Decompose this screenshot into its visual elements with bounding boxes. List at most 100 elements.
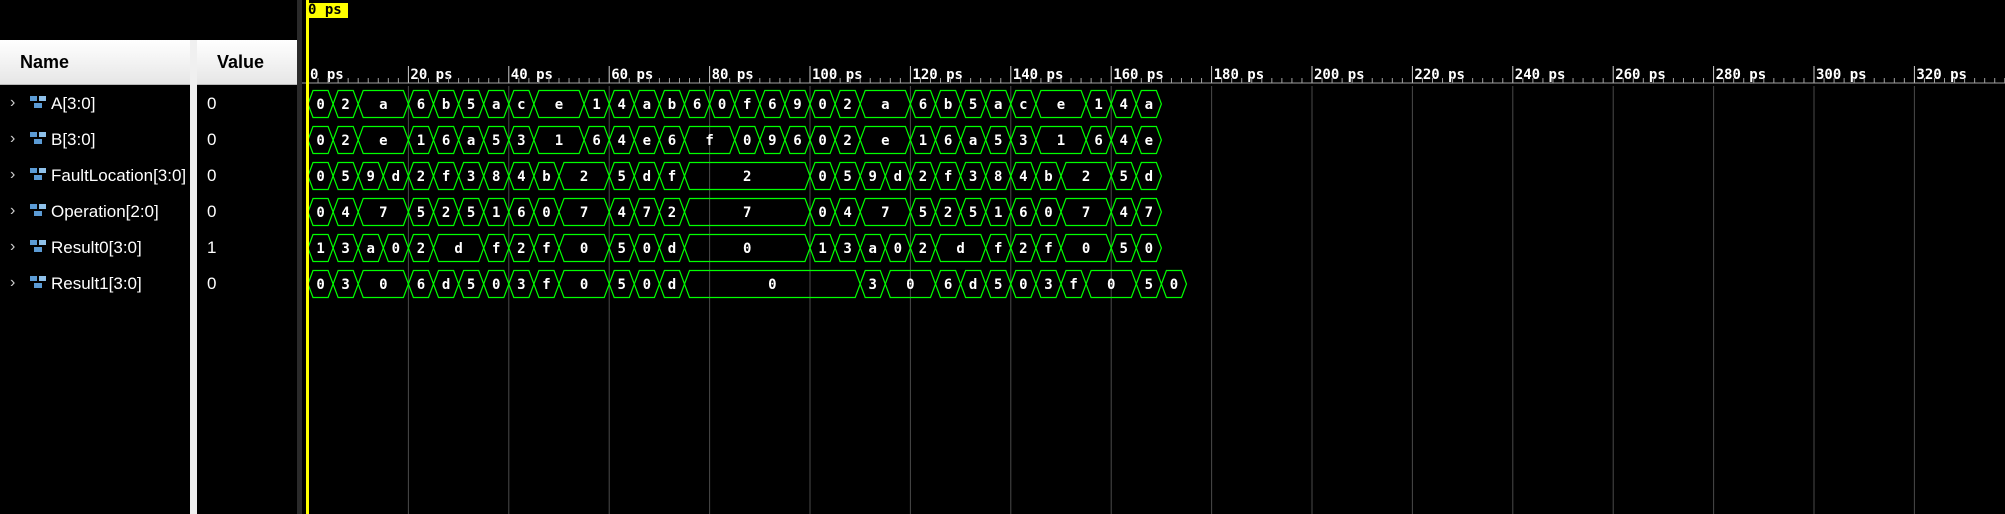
expand-chevron-icon[interactable]: › <box>10 238 15 256</box>
bus-value-label: 6 <box>944 277 952 293</box>
bus-value-label: 5 <box>467 97 475 113</box>
bus-value-label: 3 <box>843 241 851 257</box>
column-separator[interactable] <box>190 40 197 514</box>
bus-value-label: 5 <box>417 205 425 221</box>
signal-row[interactable]: › Operation[2:0] <box>0 194 190 230</box>
bus-value-label: 4 <box>517 169 525 185</box>
bus-value-label: 7 <box>881 205 889 221</box>
bus-value-label: 0 <box>1019 277 1027 293</box>
bus-value-label: 5 <box>994 277 1002 293</box>
bus-value-label: 5 <box>843 169 851 185</box>
expand-chevron-icon[interactable]: › <box>10 202 15 220</box>
bus-value-label: 3 <box>341 241 349 257</box>
value-column-header[interactable]: Value <box>197 40 297 85</box>
expand-chevron-icon[interactable]: › <box>10 166 15 184</box>
bus-value-label: 6 <box>592 133 600 149</box>
bus-value-label: d <box>454 241 462 257</box>
bus-signal-icon <box>30 132 46 144</box>
time-tick-label: 60 ps <box>611 67 653 83</box>
bus-value-label: 6 <box>919 97 927 113</box>
bus-value-label: 7 <box>379 205 387 221</box>
bus-value-label: 0 <box>379 277 387 293</box>
bus-value-label: e <box>379 133 387 149</box>
bus-value-label: 9 <box>793 97 801 113</box>
bus-value-label: b <box>668 97 676 113</box>
bus-value-label: f <box>705 133 713 149</box>
bus-value-label: 0 <box>316 169 324 185</box>
bus-value-label: 9 <box>768 133 776 149</box>
bus-value-label: a <box>969 133 977 149</box>
waveform-area[interactable]: 0 ps 20 ps 40 ps 60 ps 80 ps 100 ps 120 ps 140 … <box>302 0 2005 514</box>
bus-value-label: d <box>643 169 651 185</box>
bus-value-label: 5 <box>492 133 500 149</box>
signal-name: B[3:0] <box>51 130 96 149</box>
bus-value-label: 3 <box>869 277 877 293</box>
bus-value-label: e <box>1057 97 1065 113</box>
bus-value-label: 5 <box>994 133 1002 149</box>
bus-value-label: 3 <box>467 169 475 185</box>
bus-value-label: 0 <box>580 241 588 257</box>
signal-row[interactable]: › FaultLocation[3:0] <box>0 158 190 194</box>
bus-value-label: 0 <box>743 133 751 149</box>
bus-value-label: 5 <box>1120 169 1128 185</box>
bus-value-label: 0 <box>818 169 826 185</box>
bus-value-label: 0 <box>1145 241 1153 257</box>
bus-value-label: 5 <box>1120 241 1128 257</box>
bus-value-label: 0 <box>643 241 651 257</box>
bus-value-label: 5 <box>919 205 927 221</box>
bus-value-label: 6 <box>517 205 525 221</box>
bus-value-label: f <box>442 169 450 185</box>
bus-value-label: 6 <box>768 97 776 113</box>
bus-value-label: 0 <box>768 277 776 293</box>
expand-chevron-icon[interactable]: › <box>10 130 15 148</box>
bus-value-label: a <box>467 133 475 149</box>
bus-value-label: 5 <box>618 169 626 185</box>
bus-value-label: 0 <box>894 241 902 257</box>
bus-value-label: d <box>1145 169 1153 185</box>
expand-chevron-icon[interactable]: › <box>10 94 15 112</box>
bus-value-label: a <box>492 97 500 113</box>
bus-value-label: 4 <box>1120 205 1128 221</box>
bus-value-label: 7 <box>1082 205 1090 221</box>
time-cursor[interactable] <box>306 0 309 514</box>
bus-value-label: 0 <box>1170 277 1178 293</box>
bus-value-label: 6 <box>417 277 425 293</box>
bus-value-label: 0 <box>580 277 588 293</box>
bus-value-label: 7 <box>743 205 751 221</box>
bus-value-label: f <box>1069 277 1077 293</box>
time-tick-label: 20 ps <box>410 67 452 83</box>
bus-value-label: 6 <box>1094 133 1102 149</box>
bus-value-label: 2 <box>743 169 751 185</box>
bus-value-label: a <box>881 97 889 113</box>
bus-value-label: c <box>1019 97 1027 113</box>
name-column-header[interactable]: Name <box>0 40 190 85</box>
bus-value-label: 7 <box>1145 205 1153 221</box>
bus-value-label: f <box>668 169 676 185</box>
bus-value-label: 1 <box>994 205 1002 221</box>
signal-row[interactable]: › A[3:0] <box>0 86 190 122</box>
bus-value-label: d <box>956 241 964 257</box>
bus-value-label: b <box>542 169 550 185</box>
bus-value-label: 0 <box>718 97 726 113</box>
bus-value-label: 2 <box>1019 241 1027 257</box>
bus-value-label: b <box>1044 169 1052 185</box>
signal-value: 0 <box>207 94 217 113</box>
bus-value-label: 3 <box>341 277 349 293</box>
signal-row[interactable]: › Result1[3:0] <box>0 266 190 302</box>
signal-name: FaultLocation[3:0] <box>51 166 187 185</box>
bus-value-label: e <box>1145 133 1153 149</box>
bus-value-label: f <box>1044 241 1052 257</box>
signal-value: 1 <box>207 238 217 257</box>
signal-row[interactable]: › B[3:0] <box>0 122 190 158</box>
signal-name: A[3:0] <box>51 94 96 113</box>
bus-value-label: e <box>643 133 651 149</box>
expand-chevron-icon[interactable]: › <box>10 274 15 292</box>
bus-value-label: 2 <box>517 241 525 257</box>
bus-value-label: b <box>442 97 450 113</box>
signal-row[interactable]: › Result0[3:0] <box>0 230 190 266</box>
bus-value-label: 1 <box>417 133 425 149</box>
bus-value-label: d <box>894 169 902 185</box>
signal-value: 0 <box>207 166 217 185</box>
waveform-canvas[interactable]: 0 ps 20 ps 40 ps 60 ps 80 ps 100 ps 120 ps 140 … <box>302 0 2005 514</box>
signal-name: Result1[3:0] <box>51 274 142 293</box>
